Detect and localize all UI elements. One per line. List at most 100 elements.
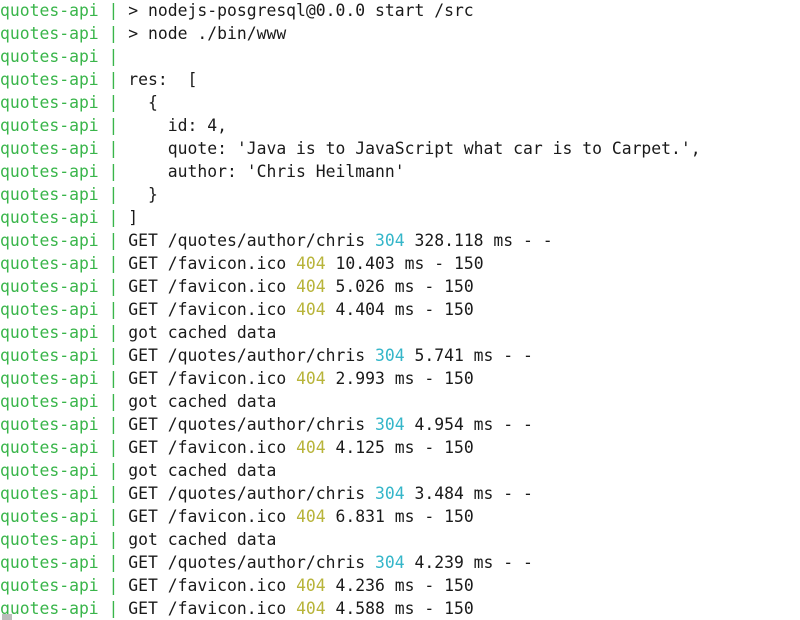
prefix-separator: | (98, 208, 129, 227)
prefix-separator: | (98, 139, 129, 158)
response-timing: 5.026 ms - 150 (325, 277, 474, 296)
log-line: quotes-api | GET /quotes/author/chris 30… (0, 413, 701, 436)
prefix-separator: | (98, 24, 129, 43)
service-prefix: quotes-api (0, 438, 99, 457)
response-timing: 4.239 ms - - (404, 553, 533, 572)
prefix-separator: | (98, 415, 129, 434)
log-line: quotes-api | GET /favicon.ico 404 4.125 … (0, 436, 701, 459)
log-message: got cached data (128, 392, 277, 411)
service-prefix: quotes-api (0, 415, 99, 434)
log-message: id: 4, (128, 116, 227, 135)
service-prefix: quotes-api (0, 93, 99, 112)
service-prefix: quotes-api (0, 116, 99, 135)
status-code: 404 (296, 507, 326, 526)
prefix-separator: | (98, 1, 129, 20)
service-prefix: quotes-api (0, 461, 99, 480)
prefix-separator: | (98, 231, 129, 250)
service-prefix: quotes-api (0, 231, 99, 250)
log-line: quotes-api | > nodejs-posgresql@0.0.0 st… (0, 0, 701, 22)
prefix-separator: | (98, 438, 129, 457)
service-prefix: quotes-api (0, 185, 99, 204)
terminal-window[interactable]: quotes-api | > nodejs-posgresql@0.0.0 st… (0, 0, 800, 620)
log-line: quotes-api | { (0, 91, 701, 114)
status-code: 404 (296, 438, 326, 457)
service-prefix: quotes-api (0, 346, 99, 365)
request-path: GET /favicon.ico (128, 254, 297, 273)
prefix-separator: | (98, 300, 129, 319)
request-path: GET /quotes/author/chris (128, 553, 375, 572)
log-line: quotes-api | GET /favicon.ico 404 10.403… (0, 252, 701, 275)
service-prefix: quotes-api (0, 24, 99, 43)
log-line: quotes-api | got cached data (0, 321, 701, 344)
prefix-separator: | (98, 484, 129, 503)
log-line: quotes-api | got cached data (0, 390, 701, 413)
response-timing: 4.588 ms - 150 (325, 599, 474, 618)
log-line: quotes-api | GET /quotes/author/chris 30… (0, 344, 701, 367)
request-path: GET /quotes/author/chris (128, 415, 375, 434)
log-line: quotes-api | ] (0, 206, 701, 229)
log-line: quotes-api | GET /favicon.ico 404 4.236 … (0, 574, 701, 597)
service-prefix: quotes-api (0, 599, 99, 618)
prefix-separator: | (98, 576, 129, 595)
status-code: 404 (296, 300, 326, 319)
prefix-separator: | (98, 461, 129, 480)
log-line: quotes-api | res: [ (0, 68, 701, 91)
log-line: quotes-api | quote: 'Java is to JavaScri… (0, 137, 701, 160)
response-timing: 328.118 ms - - (404, 231, 553, 250)
log-message: > node ./bin/www (128, 24, 287, 43)
service-prefix: quotes-api (0, 47, 99, 66)
status-code: 304 (375, 553, 405, 572)
request-path: GET /favicon.ico (128, 277, 297, 296)
service-prefix: quotes-api (0, 507, 99, 526)
prefix-separator: | (98, 507, 129, 526)
response-timing: 4.954 ms - - (404, 415, 533, 434)
service-prefix: quotes-api (0, 139, 99, 158)
status-code: 404 (296, 254, 326, 273)
log-line: quotes-api | GET /favicon.ico 404 2.993 … (0, 367, 701, 390)
service-prefix: quotes-api (0, 553, 99, 572)
service-prefix: quotes-api (0, 277, 99, 296)
service-prefix: quotes-api (0, 162, 99, 181)
service-prefix: quotes-api (0, 484, 99, 503)
log-message: { (128, 93, 158, 112)
request-path: GET /quotes/author/chris (128, 231, 375, 250)
service-prefix: quotes-api (0, 323, 99, 342)
response-timing: 10.403 ms - 150 (325, 254, 484, 273)
log-line: quotes-api | GET /favicon.ico 404 5.026 … (0, 275, 701, 298)
request-path: GET /favicon.ico (128, 599, 297, 618)
status-code: 404 (296, 576, 326, 595)
prefix-separator: | (98, 116, 129, 135)
terminal-output: quotes-api | > nodejs-posgresql@0.0.0 st… (0, 0, 701, 620)
status-code: 304 (375, 231, 405, 250)
prefix-separator: | (98, 323, 129, 342)
service-prefix: quotes-api (0, 254, 99, 273)
log-line: quotes-api | GET /favicon.ico 404 6.831 … (0, 505, 701, 528)
log-message: > nodejs-posgresql@0.0.0 start /src (128, 1, 474, 20)
log-line: quotes-api | got cached data (0, 459, 701, 482)
prefix-separator: | (98, 346, 129, 365)
service-prefix: quotes-api (0, 369, 99, 388)
request-path: GET /favicon.ico (128, 438, 297, 457)
prefix-separator: | (98, 599, 129, 618)
log-message: got cached data (128, 323, 277, 342)
log-line: quotes-api | > node ./bin/www (0, 22, 701, 45)
service-prefix: quotes-api (0, 1, 99, 20)
log-line: quotes-api | GET /quotes/author/chris 30… (0, 551, 701, 574)
log-line: quotes-api | got cached data (0, 528, 701, 551)
service-prefix: quotes-api (0, 300, 99, 319)
log-line: quotes-api | GET /favicon.ico 404 4.588 … (0, 597, 701, 620)
log-line: quotes-api | (0, 45, 701, 68)
prefix-separator: | (98, 47, 129, 66)
terminal-cursor (2, 614, 12, 620)
service-prefix: quotes-api (0, 392, 99, 411)
status-code: 404 (296, 369, 326, 388)
prefix-separator: | (98, 162, 129, 181)
prefix-separator: | (98, 530, 129, 549)
log-message: quote: 'Java is to JavaScript what car i… (128, 139, 701, 158)
log-message: res: [ (128, 70, 198, 89)
service-prefix: quotes-api (0, 70, 99, 89)
response-timing: 4.236 ms - 150 (325, 576, 474, 595)
request-path: GET /favicon.ico (128, 300, 297, 319)
service-prefix: quotes-api (0, 576, 99, 595)
log-line: quotes-api | GET /favicon.ico 404 4.404 … (0, 298, 701, 321)
